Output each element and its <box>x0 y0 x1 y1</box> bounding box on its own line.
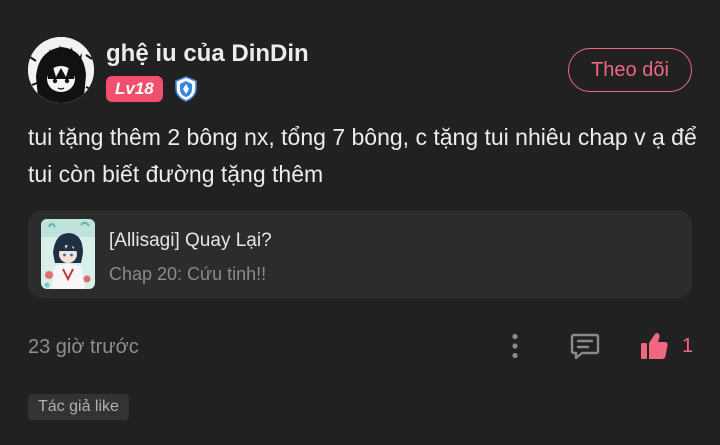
comment-text: tui tặng thêm 2 bông nx, tổng 7 bông, c … <box>28 124 697 187</box>
comment-icon[interactable] <box>569 330 601 362</box>
shield-badge-icon <box>173 76 199 102</box>
timestamp: 23 giờ trước <box>28 336 139 358</box>
manga-thumbnail <box>41 219 95 289</box>
thumbs-up-icon <box>641 333 668 359</box>
avatar-image <box>28 37 94 103</box>
comment-card: ghệ iu của DinDin Lv18 Theo dõi tui tặng… <box>0 0 720 445</box>
manga-link-card[interactable]: [Allisagi] Quay Lại? Chap 20: Cứu tinh!! <box>28 210 692 298</box>
follow-button[interactable]: Theo dõi <box>568 48 692 92</box>
like-count: 1 <box>682 334 694 357</box>
manga-chapter: Chap 20: Cứu tinh!! <box>109 264 267 284</box>
author-like-badge: Tác giả like <box>28 394 129 420</box>
like-button[interactable]: 1 <box>638 330 693 362</box>
level-badge: Lv18 <box>106 76 163 102</box>
more-vertical-icon[interactable] <box>503 331 527 361</box>
avatar[interactable] <box>28 37 94 103</box>
user-badges: Lv18 <box>106 76 199 102</box>
manga-title: [Allisagi] Quay Lại? <box>109 230 272 251</box>
username[interactable]: ghệ iu của DinDin <box>106 40 309 68</box>
